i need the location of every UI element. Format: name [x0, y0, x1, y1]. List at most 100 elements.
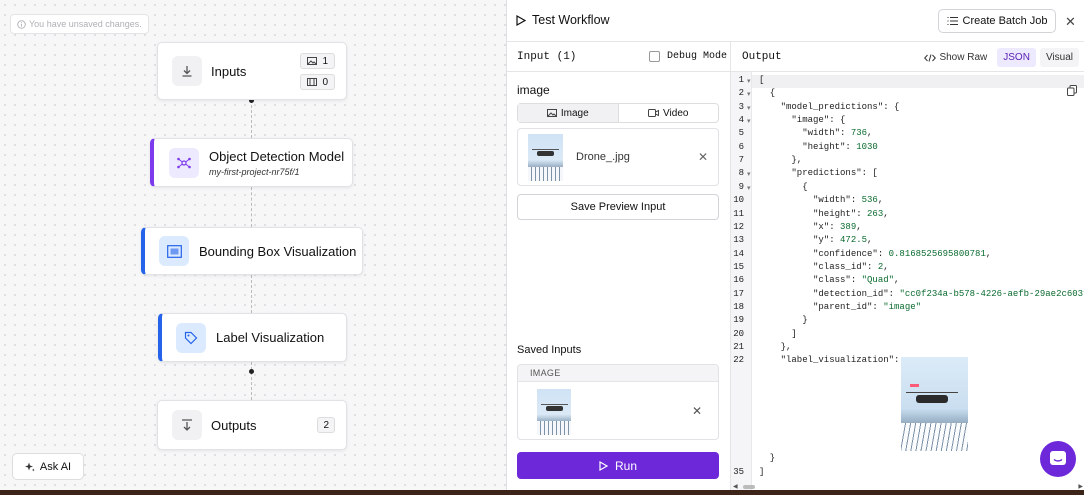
- fold-toggle-icon[interactable]: ▾: [747, 77, 751, 85]
- fold-toggle-icon[interactable]: ▾: [747, 104, 751, 112]
- code-line: "confidence": 0.8168525695800781,: [759, 248, 992, 259]
- node-title: Label Visualization: [216, 330, 325, 345]
- connector-handle: [249, 369, 254, 374]
- panel-title: Test Workflow: [516, 13, 610, 27]
- code-line: "y": 472.5,: [759, 235, 873, 246]
- saved-inputs-label: Saved Inputs: [517, 344, 582, 356]
- node-title: Bounding Box Visualization: [199, 243, 357, 259]
- remove-saved-input-icon[interactable]: ✕: [692, 404, 702, 418]
- line-number: 22: [733, 355, 744, 366]
- fold-toggle-icon[interactable]: ▾: [747, 184, 751, 192]
- workflow-canvas[interactable]: You have unsaved changes. Inputs 1 0 Obj…: [0, 0, 506, 495]
- label-visualization-image: [901, 357, 968, 451]
- line-number: 5: [738, 128, 744, 139]
- code-line: "label_visualization":: [759, 355, 900, 366]
- panel-header: Test Workflow Create Batch Job ✕: [507, 0, 1084, 42]
- fold-toggle-icon[interactable]: ▾: [747, 117, 751, 125]
- line-number: 2: [738, 88, 744, 99]
- tab-visual[interactable]: Visual: [1039, 48, 1079, 67]
- close-icon[interactable]: ✕: [1065, 14, 1076, 30]
- node-title: Outputs: [211, 417, 257, 433]
- input-field-label: image: [517, 83, 550, 97]
- show-raw-label: Show Raw: [939, 52, 988, 63]
- line-number: 20: [733, 328, 744, 339]
- output-view-tabs: Show Raw JSON Visual: [918, 48, 1079, 67]
- line-number: 3: [738, 101, 744, 112]
- remove-file-icon[interactable]: ✕: [698, 150, 708, 164]
- create-batch-job-button[interactable]: Create Batch Job: [938, 9, 1056, 33]
- saved-thumbnail[interactable]: [537, 389, 571, 435]
- file-thumbnail: [528, 134, 563, 181]
- code-line: "model_predictions": {: [759, 101, 900, 112]
- line-number: 18: [733, 301, 744, 312]
- code-line: "image": {: [759, 115, 846, 126]
- run-button[interactable]: Run: [517, 452, 719, 479]
- code-line: }: [759, 453, 776, 463]
- image-icon: [546, 109, 557, 117]
- save-preview-input-button[interactable]: Save Preview Input: [517, 194, 719, 220]
- list-icon: [947, 17, 958, 25]
- tag-icon: [176, 322, 206, 353]
- ask-ai-label: Ask AI: [39, 460, 72, 473]
- output-header-title: Output: [742, 50, 782, 63]
- image-icon: [307, 57, 318, 65]
- tab-image-label: Image: [560, 107, 589, 119]
- sparkle-icon: [24, 462, 35, 471]
- tab-image[interactable]: Image: [518, 104, 618, 122]
- node-label-visualization[interactable]: Label Visualization: [158, 313, 347, 362]
- code-line: }: [759, 315, 808, 326]
- file-name: Drone_.jpg: [576, 151, 630, 163]
- tab-json[interactable]: JSON: [997, 48, 1036, 67]
- copy-icon[interactable]: [1067, 83, 1077, 101]
- line-number: 14: [733, 248, 744, 259]
- download-icon: [172, 56, 202, 86]
- image-count-badge: 1: [300, 53, 335, 69]
- node-object-detection[interactable]: Object Detection Model my-first-project-…: [150, 138, 353, 187]
- model-network-icon: [169, 147, 199, 178]
- fold-toggle-icon[interactable]: ▾: [747, 90, 751, 98]
- tab-video[interactable]: Video: [617, 104, 719, 122]
- scrollbar-thumb[interactable]: [743, 485, 755, 489]
- output-arrow-icon: [172, 410, 202, 440]
- test-workflow-panel: Test Workflow Create Batch Job ✕ Input (…: [506, 0, 1084, 495]
- json-viewer[interactable]: [ { "model_predictions": { "image": { "w…: [731, 72, 1084, 490]
- code-line: {: [759, 181, 808, 192]
- fold-toggle-icon[interactable]: ▾: [747, 170, 751, 178]
- outputs-count-badge: 2: [317, 417, 335, 433]
- code-line: "class": "Quad",: [759, 275, 900, 286]
- show-raw-toggle[interactable]: Show Raw: [918, 48, 993, 67]
- active-line-highlight: [731, 75, 1084, 88]
- node-outputs[interactable]: Outputs 2: [157, 400, 347, 450]
- code-line: "width": 736,: [759, 128, 873, 139]
- chat-launcher-button[interactable]: [1040, 441, 1076, 477]
- line-number: 17: [733, 288, 744, 299]
- output-column: Output Show Raw JSON Visual [ { "model_p…: [731, 42, 1084, 490]
- code-line: ]: [759, 328, 797, 339]
- node-model-id: my-first-project-nr75f/1: [209, 166, 300, 177]
- line-number: 19: [733, 315, 744, 326]
- code-line: },: [759, 342, 792, 352]
- line-number: 9: [738, 181, 744, 192]
- panel-title-text: Test Workflow: [532, 13, 610, 27]
- node-bounding-box-visualization[interactable]: Bounding Box Visualization: [141, 227, 363, 275]
- line-number: 21: [733, 342, 744, 352]
- debug-mode-label: Debug Mode: [667, 51, 728, 62]
- node-inputs[interactable]: Inputs 1 0: [157, 42, 347, 100]
- outputs-count: 2: [323, 419, 329, 431]
- node-title: Inputs: [211, 63, 247, 79]
- line-number: 10: [733, 195, 744, 206]
- image-count: 1: [322, 55, 328, 67]
- ask-ai-button[interactable]: Ask AI: [12, 453, 84, 480]
- line-number: 35: [733, 467, 744, 477]
- bounding-box-icon: [159, 236, 189, 266]
- code-line: ]: [759, 467, 765, 477]
- input-header: Input (1) Debug Mode: [507, 42, 730, 72]
- line-number: 15: [733, 261, 744, 272]
- play-icon: [516, 14, 526, 26]
- debug-mode-checkbox[interactable]: [649, 51, 660, 62]
- media-type-toggle: Image Video: [517, 103, 719, 123]
- chat-icon: [1050, 451, 1066, 465]
- line-number: 13: [733, 235, 744, 246]
- info-icon: [17, 19, 26, 29]
- window-bottom-edge: [0, 490, 1084, 495]
